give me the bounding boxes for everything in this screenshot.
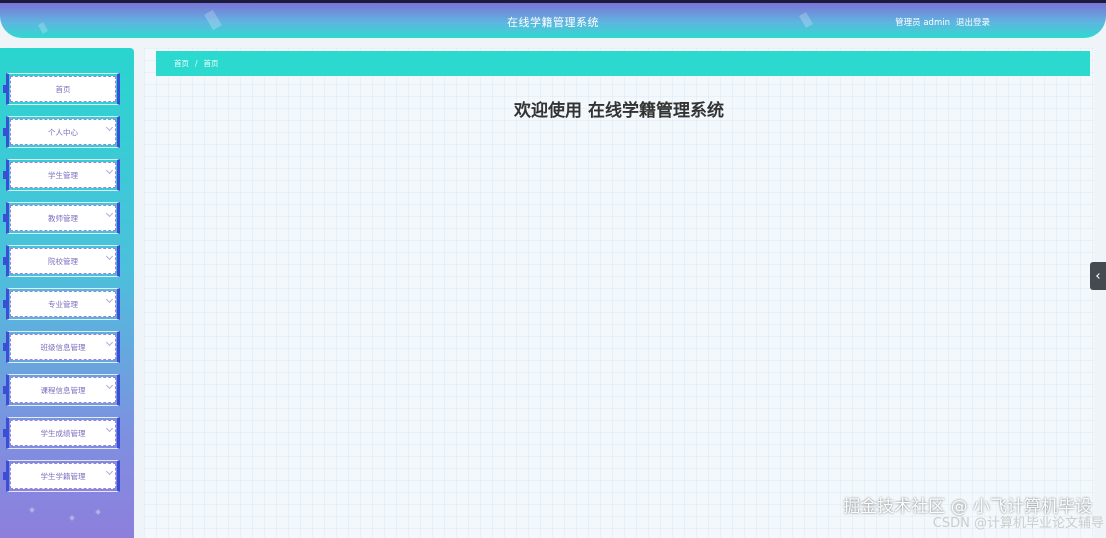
breadcrumb-current: 首页 [203,59,219,68]
breadcrumb-separator: / [195,59,198,68]
sidebar: 首页 个人中心 学生管理 教师管理 院校管理 专业管理 班级信息管理 课程信息管… [0,48,134,538]
breadcrumb-root[interactable]: 首页 [174,58,189,69]
sidebar-item-label: 院校管理 [48,256,78,266]
breadcrumb: 首页 / 首页 [156,51,1090,76]
sidebar-item-major-management[interactable]: 专业管理 [3,288,120,320]
collapse-panel-button[interactable] [1090,262,1106,290]
user-role: 管理员 admin [895,18,950,28]
sidebar-item-label: 学生成绩管理 [40,428,86,438]
sidebar-item-label: 学生管理 [48,170,78,180]
sidebar-decoration [69,515,75,521]
sidebar-decoration [95,509,101,515]
sidebar-item-student-status-management[interactable]: 学生学籍管理 [3,460,120,492]
sidebar-item-course-info-management[interactable]: 课程信息管理 [3,374,120,406]
user-area: 管理员 admin 退出登录 [895,16,990,28]
sidebar-item-label: 教师管理 [48,213,78,223]
sidebar-decoration [29,507,35,513]
sidebar-item-student-grades-management[interactable]: 学生成绩管理 [3,417,120,449]
chevron-left-icon [1096,273,1102,279]
sidebar-item-label: 专业管理 [48,299,78,309]
page-title: 欢迎使用 在线学籍管理系统 [514,101,724,121]
watermark-text-secondary: CSDN @计算机毕业论文辅导 [932,516,1104,531]
sidebar-item-label: 个人中心 [48,127,78,137]
sidebar-item-teacher-management[interactable]: 教师管理 [3,202,120,234]
sidebar-item-class-info-management[interactable]: 班级信息管理 [3,331,120,363]
sidebar-item-label: 班级信息管理 [40,342,86,352]
sidebar-item-college-management[interactable]: 院校管理 [3,245,120,277]
main-content: 首页 / 首页 欢迎使用 在线学籍管理系统 [144,48,1094,538]
sidebar-item-personal-center[interactable]: 个人中心 [3,116,120,148]
top-header: 在线学籍管理系统 管理员 admin 退出登录 [0,0,1106,38]
sidebar-item-home[interactable]: 首页 [3,73,120,105]
sidebar-item-label: 首页 [55,84,71,94]
logout-link[interactable]: 退出登录 [956,16,990,28]
sidebar-item-label: 学生学籍管理 [40,471,86,481]
sidebar-item-label: 课程信息管理 [40,385,86,395]
sidebar-item-student-management[interactable]: 学生管理 [3,159,120,191]
